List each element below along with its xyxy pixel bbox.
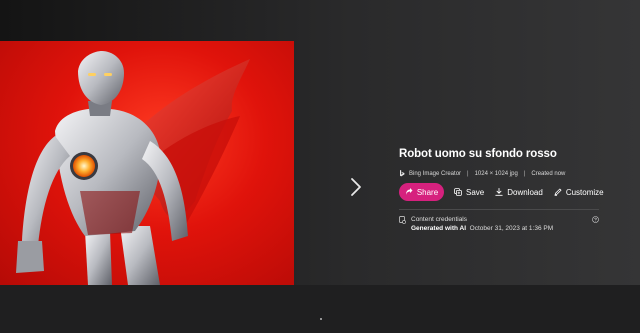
chevron-right-icon: [351, 178, 361, 196]
bottom-bar: [0, 285, 640, 333]
bing-icon: [400, 170, 405, 177]
pagination-dot[interactable]: [320, 318, 322, 320]
info-icon[interactable]: [592, 216, 599, 223]
content-credentials: Content credentials Generated with AI Oc…: [399, 216, 599, 232]
customize-icon: [554, 188, 562, 196]
credentials-detail: Generated with AI October 31, 2023 at 1:…: [411, 225, 553, 232]
image-dimensions: 1024 × 1024 jpg: [474, 170, 518, 177]
generated-image[interactable]: [0, 41, 294, 285]
download-label: Download: [507, 187, 543, 197]
image-source: Bing Image Creator: [409, 170, 462, 177]
image-created: Created now: [531, 170, 566, 177]
meta-separator: |: [523, 170, 526, 177]
save-icon: [454, 188, 462, 196]
save-button[interactable]: Save: [454, 188, 484, 197]
image-meta: Bing Image Creator | 1024 × 1024 jpg | C…: [399, 170, 565, 177]
generated-label: Generated with AI: [411, 225, 467, 232]
download-button[interactable]: Download: [495, 188, 543, 197]
share-label: Share: [416, 187, 439, 197]
credentials-text: Content credentials Generated with AI Oc…: [411, 216, 553, 232]
divider: [399, 209, 599, 210]
meta-separator: |: [467, 170, 469, 177]
action-bar: Share Save Download Customize: [399, 183, 604, 201]
download-icon: [495, 188, 503, 196]
robot-illustration: [16, 51, 250, 285]
share-button[interactable]: Share: [399, 183, 444, 201]
share-icon: [405, 188, 413, 195]
image-title: Robot uomo su sfondo rosso: [399, 148, 557, 160]
generated-date: October 31, 2023 at 1:36 PM: [469, 225, 554, 232]
credentials-title: Content credentials: [411, 216, 468, 223]
image-details-panel: Robot uomo su sfondo rosso Bing Image Cr…: [399, 148, 604, 232]
next-image-button[interactable]: [346, 176, 366, 198]
credentials-icon: [399, 216, 406, 224]
customize-button[interactable]: Customize: [554, 188, 604, 197]
customize-label: Customize: [565, 187, 604, 197]
save-label: Save: [466, 187, 485, 197]
